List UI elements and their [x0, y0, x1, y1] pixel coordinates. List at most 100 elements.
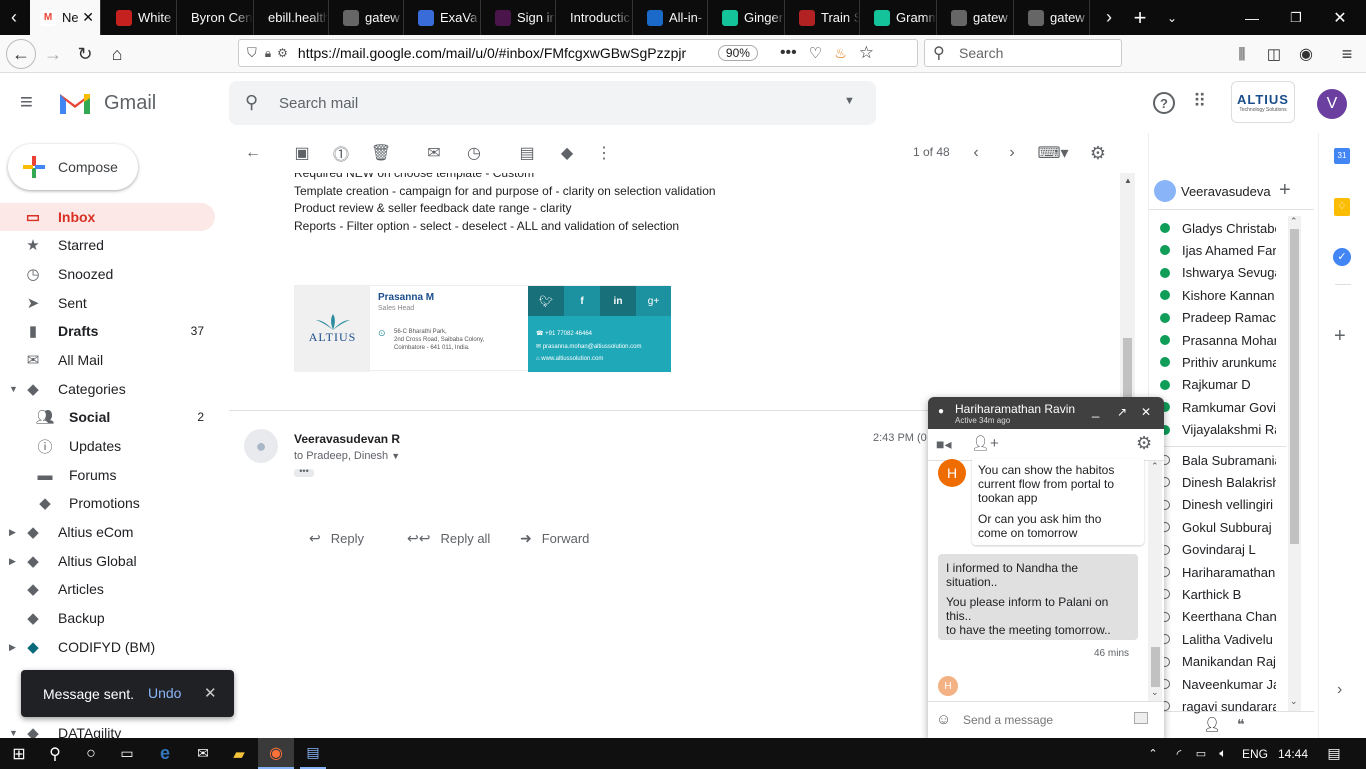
- video-call-icon[interactable]: ■◂: [936, 436, 951, 453]
- restore-window-icon[interactable]: ❐: [1282, 0, 1310, 35]
- sender-avatar-icon[interactable]: ●: [244, 429, 278, 463]
- battery-icon[interactable]: ▭: [1192, 738, 1210, 769]
- tab-6[interactable]: ExaVa: [408, 0, 481, 35]
- close-chat-icon[interactable]: ✕: [1141, 405, 1151, 419]
- browser-search-input[interactable]: ⚲ Search: [924, 39, 1122, 67]
- pocket-icon[interactable]: ♡: [809, 44, 822, 62]
- contacts-scroll-up-icon[interactable]: ⌃: [1290, 216, 1298, 227]
- tab-13[interactable]: gatew: [941, 0, 1014, 35]
- show-trimmed-icon[interactable]: •••: [294, 467, 314, 477]
- close-window-icon[interactable]: ✕: [1326, 0, 1354, 35]
- forward-button[interactable]: ➜ Forward: [520, 530, 589, 547]
- list-tabs-icon[interactable]: ⌄: [1158, 0, 1186, 35]
- cortana-icon[interactable]: ○: [78, 738, 104, 769]
- signature-web[interactable]: www.altiussolution.com: [541, 356, 603, 362]
- get-addons-icon[interactable]: +: [1334, 325, 1346, 348]
- linkedin-icon[interactable]: in: [600, 286, 636, 316]
- sidebar-item-drafts[interactable]: ▮ Drafts 37: [0, 317, 215, 345]
- url-bar[interactable]: ⛉ 🔒︎ ⚙ https://mail.google.com/mail/u/0/…: [238, 39, 918, 67]
- contact-item[interactable]: Ramkumar Govir: [1160, 396, 1276, 418]
- chat-settings-icon[interactable]: ⚙: [1136, 433, 1152, 454]
- sidebar-item-forums[interactable]: ▬ Forums: [0, 461, 215, 489]
- bookmark-star-icon[interactable]: ☆: [859, 43, 874, 63]
- tab-14[interactable]: gatew: [1018, 0, 1090, 35]
- minimize-chat-icon[interactable]: _: [1092, 403, 1099, 418]
- expand-arrow-icon[interactable]: ▶: [9, 527, 16, 538]
- chat-scroll-thumb[interactable]: [1151, 647, 1160, 687]
- new-chat-icon[interactable]: +: [1279, 179, 1291, 202]
- emoji-icon[interactable]: ☺: [936, 711, 951, 728]
- minimize-window-icon[interactable]: —: [1238, 0, 1266, 35]
- library-icon[interactable]: ⫼: [1227, 39, 1257, 69]
- contact-item[interactable]: Prithiv arunkuma: [1160, 351, 1276, 373]
- contact-item[interactable]: Manikandan Raja: [1160, 651, 1276, 673]
- sidebar-item-altius-global[interactable]: ▶ ◆ Altius Global: [0, 547, 215, 575]
- notepad-icon[interactable]: ▤: [300, 738, 326, 769]
- contact-item[interactable]: Naveenkumar Ja: [1160, 673, 1276, 695]
- contact-item[interactable]: Vijayalakshmi Ra: [1160, 419, 1276, 441]
- snooze-icon[interactable]: ◷: [464, 143, 484, 163]
- contacts-scroll-down-icon[interactable]: ⌄: [1290, 696, 1298, 707]
- contact-item[interactable]: Karthick B: [1160, 583, 1276, 605]
- sidebar-item-categories[interactable]: ▼ ◆ Categories: [0, 375, 215, 403]
- show-hidden-icons[interactable]: ⌃: [1144, 738, 1162, 769]
- firefox-icon[interactable]: ◉: [258, 738, 294, 769]
- expand-arrow-icon[interactable]: ▶: [9, 556, 16, 567]
- page-actions-icon[interactable]: •••: [780, 44, 797, 62]
- image-icon[interactable]: [1134, 712, 1148, 724]
- contact-item[interactable]: Dinesh Balakrish: [1160, 471, 1276, 493]
- contact-item[interactable]: Prasanna Mohan: [1160, 329, 1276, 351]
- tab-1[interactable]: M Ne ✕: [30, 0, 101, 35]
- close-snackbar-icon[interactable]: ✕: [204, 684, 217, 702]
- search-icon[interactable]: ⚲: [245, 92, 258, 113]
- reply-button[interactable]: ↩ Reply: [309, 530, 364, 547]
- scroll-thumb[interactable]: [1123, 338, 1132, 398]
- tab-7[interactable]: Sign in: [485, 0, 556, 35]
- url-text[interactable]: https://mail.google.com/mail/u/0/#inbox/…: [298, 45, 708, 61]
- reply-all-button[interactable]: ↩↩ Reply all: [407, 530, 490, 547]
- sidebar-item-promotions[interactable]: ◆ Promotions: [0, 489, 215, 517]
- zoom-level[interactable]: 90%: [717, 45, 758, 61]
- older-icon[interactable]: ›: [1002, 143, 1022, 163]
- add-people-icon[interactable]: 👤︎+: [971, 434, 999, 452]
- contact-item[interactable]: Ijas Ahamed Faro: [1160, 239, 1276, 261]
- tab-5[interactable]: gatew: [333, 0, 404, 35]
- contact-item[interactable]: Lalitha Vadivelu: [1160, 628, 1276, 650]
- email-scrollbar[interactable]: ▲: [1120, 173, 1135, 403]
- me-name[interactable]: Veeravasudeva: [1181, 184, 1281, 199]
- sidebar-item-all-mail[interactable]: ✉ All Mail: [0, 346, 215, 374]
- delete-icon[interactable]: 🗑︎: [371, 143, 391, 163]
- popout-chat-icon[interactable]: ↗: [1117, 405, 1127, 419]
- tab-9[interactable]: All-in-: [637, 0, 708, 35]
- search-mail-input[interactable]: ⚲ Search mail ▼: [229, 81, 876, 125]
- new-tab-button[interactable]: +: [1126, 0, 1154, 35]
- sidebar-item-codifyd-bm[interactable]: ▶ ◆ CODIFYD (BM): [0, 633, 215, 661]
- tab-scroll-left-icon[interactable]: ‹: [0, 0, 28, 35]
- gmail-logo-icon[interactable]: [58, 90, 92, 116]
- reload-icon[interactable]: ↻: [70, 39, 100, 69]
- undo-button[interactable]: Undo: [148, 685, 181, 701]
- edge-icon[interactable]: e: [152, 738, 178, 769]
- apps-grid-icon[interactable]: ⠿: [1193, 91, 1206, 112]
- tab-3[interactable]: Byron Cen: [181, 0, 254, 35]
- menu-icon[interactable]: ≡: [1332, 39, 1362, 69]
- back-to-inbox-icon[interactable]: ←: [243, 143, 263, 163]
- task-view-icon[interactable]: ▭: [114, 738, 140, 769]
- scroll-up-icon[interactable]: ▲: [1124, 176, 1132, 185]
- show-details-icon[interactable]: ▼: [391, 451, 400, 461]
- contact-item[interactable]: Kishore Kannan: [1160, 284, 1276, 306]
- contact-item[interactable]: Govindaraj L: [1160, 539, 1276, 561]
- googleplus-icon[interactable]: g+: [636, 286, 671, 316]
- mark-unread-icon[interactable]: ✉: [424, 143, 444, 163]
- file-explorer-icon[interactable]: ▰: [226, 738, 252, 769]
- chat-scroll-down-icon[interactable]: ⌄: [1151, 687, 1159, 698]
- hangouts-icon[interactable]: ❝: [1237, 716, 1245, 733]
- search-options-icon[interactable]: ▼: [844, 95, 855, 107]
- contact-item[interactable]: Pradeep Ramach: [1160, 307, 1276, 329]
- compose-button[interactable]: Compose: [8, 144, 138, 190]
- expand-arrow-icon[interactable]: ▼: [9, 728, 18, 738]
- expand-panel-icon[interactable]: ›: [1337, 681, 1342, 699]
- input-tools-icon[interactable]: ⌨▾: [1037, 143, 1068, 163]
- labels-icon[interactable]: ◆: [557, 143, 577, 163]
- contact-item[interactable]: ragavi sundarara: [1160, 695, 1276, 717]
